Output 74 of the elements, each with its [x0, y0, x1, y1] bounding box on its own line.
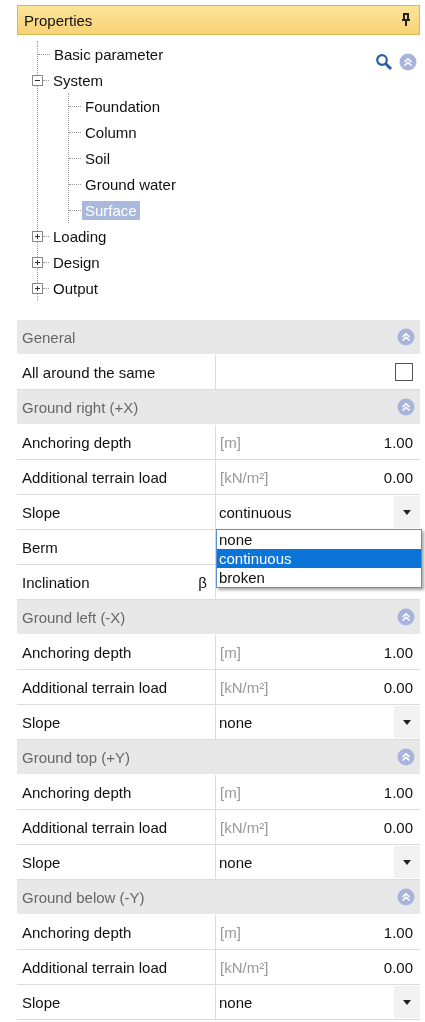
- tree-item[interactable]: Loading: [50, 226, 110, 246]
- value-field[interactable]: 1.00: [383, 643, 413, 661]
- caret-icon: [403, 509, 411, 515]
- dropdown-button[interactable]: [394, 496, 420, 528]
- unit-label: [kN/m²]: [220, 468, 269, 486]
- unit-label: [m]: [220, 433, 241, 451]
- unit-label: [kN/m²]: [220, 818, 269, 836]
- dropdown-value[interactable]: none: [219, 853, 253, 871]
- property-label: Additional terrain load: [22, 818, 168, 836]
- tree-item[interactable]: Ground water: [82, 174, 179, 194]
- property-label: Slope: [22, 993, 61, 1011]
- value-field[interactable]: 0.00: [383, 818, 413, 836]
- section-header[interactable]: Ground left (-X): [17, 600, 420, 635]
- tree-item[interactable]: System: [50, 70, 106, 90]
- property-label: Anchoring depth: [22, 783, 132, 801]
- checkbox[interactable]: [395, 363, 413, 381]
- section-title: Ground left (-X): [22, 608, 126, 626]
- property-label: All around the same: [22, 363, 156, 381]
- dropdown-option[interactable]: continuous: [217, 549, 421, 568]
- section-header[interactable]: Ground below (-Y): [17, 880, 420, 915]
- tree-item[interactable]: Foundation: [82, 96, 164, 116]
- property-label: Additional terrain load: [22, 678, 168, 696]
- collapse-icon[interactable]: [32, 74, 43, 86]
- section-title: Ground right (+X): [22, 398, 139, 416]
- property-label: Slope: [22, 853, 61, 871]
- property-label: Anchoring depth: [22, 643, 132, 661]
- caret-icon: [403, 719, 411, 725]
- unit-label: [m]: [220, 783, 241, 801]
- symbol-label: β: [198, 573, 207, 591]
- unit-label: [kN/m²]: [220, 678, 269, 696]
- tree-item[interactable]: Basic parameter: [51, 44, 167, 64]
- tree-item[interactable]: Column: [82, 122, 140, 142]
- property-label: Anchoring depth: [22, 433, 132, 451]
- value-field[interactable]: 0.00: [383, 678, 413, 696]
- property-label: Slope: [22, 713, 61, 731]
- value-field[interactable]: 0.00: [383, 468, 413, 486]
- section-title: Ground top (+Y): [22, 748, 130, 766]
- tree-item[interactable]: Design: [50, 252, 103, 272]
- expand-icon[interactable]: [32, 282, 43, 294]
- dropdown-button[interactable]: [394, 846, 420, 878]
- dropdown-value[interactable]: continuous: [219, 503, 292, 521]
- dropdown-option[interactable]: broken: [217, 568, 421, 587]
- section-header[interactable]: Ground top (+Y): [17, 740, 420, 775]
- property-label: Additional terrain load: [22, 468, 168, 486]
- unit-label: [m]: [220, 923, 241, 941]
- unit-label: [m]: [220, 643, 241, 661]
- tree-item[interactable]: Soil: [82, 148, 113, 168]
- dropdown-value[interactable]: none: [219, 713, 253, 731]
- value-field[interactable]: 1.00: [383, 433, 413, 451]
- section-title: General: [22, 328, 76, 346]
- property-label: Berm: [22, 538, 58, 556]
- dropdown-option[interactable]: none: [217, 530, 421, 549]
- panel-title: Properties: [24, 11, 93, 29]
- dropdown-button[interactable]: [394, 706, 420, 738]
- expand-icon[interactable]: [32, 256, 43, 268]
- expand-icon[interactable]: [32, 230, 43, 242]
- tree-item[interactable]: Output: [50, 278, 102, 298]
- property-label: Inclination: [22, 573, 90, 591]
- property-label: Slope: [22, 503, 61, 521]
- pin-icon[interactable]: [401, 13, 411, 27]
- value-field[interactable]: 1.00: [383, 923, 413, 941]
- value-field[interactable]: 1.00: [383, 783, 413, 801]
- property-label: Additional terrain load: [22, 958, 168, 976]
- value-field[interactable]: 0.00: [383, 958, 413, 976]
- unit-label: [kN/m²]: [220, 958, 269, 976]
- section-title: Ground below (-Y): [22, 888, 145, 906]
- section-header[interactable]: Ground right (+X): [17, 390, 420, 425]
- search-icon[interactable]: [375, 53, 393, 71]
- property-label: Anchoring depth: [22, 923, 132, 941]
- section-header[interactable]: General: [17, 320, 420, 355]
- caret-icon: [403, 999, 411, 1005]
- dropdown-value[interactable]: none: [219, 993, 253, 1011]
- caret-icon: [403, 859, 411, 865]
- dropdown-button[interactable]: [394, 986, 420, 1018]
